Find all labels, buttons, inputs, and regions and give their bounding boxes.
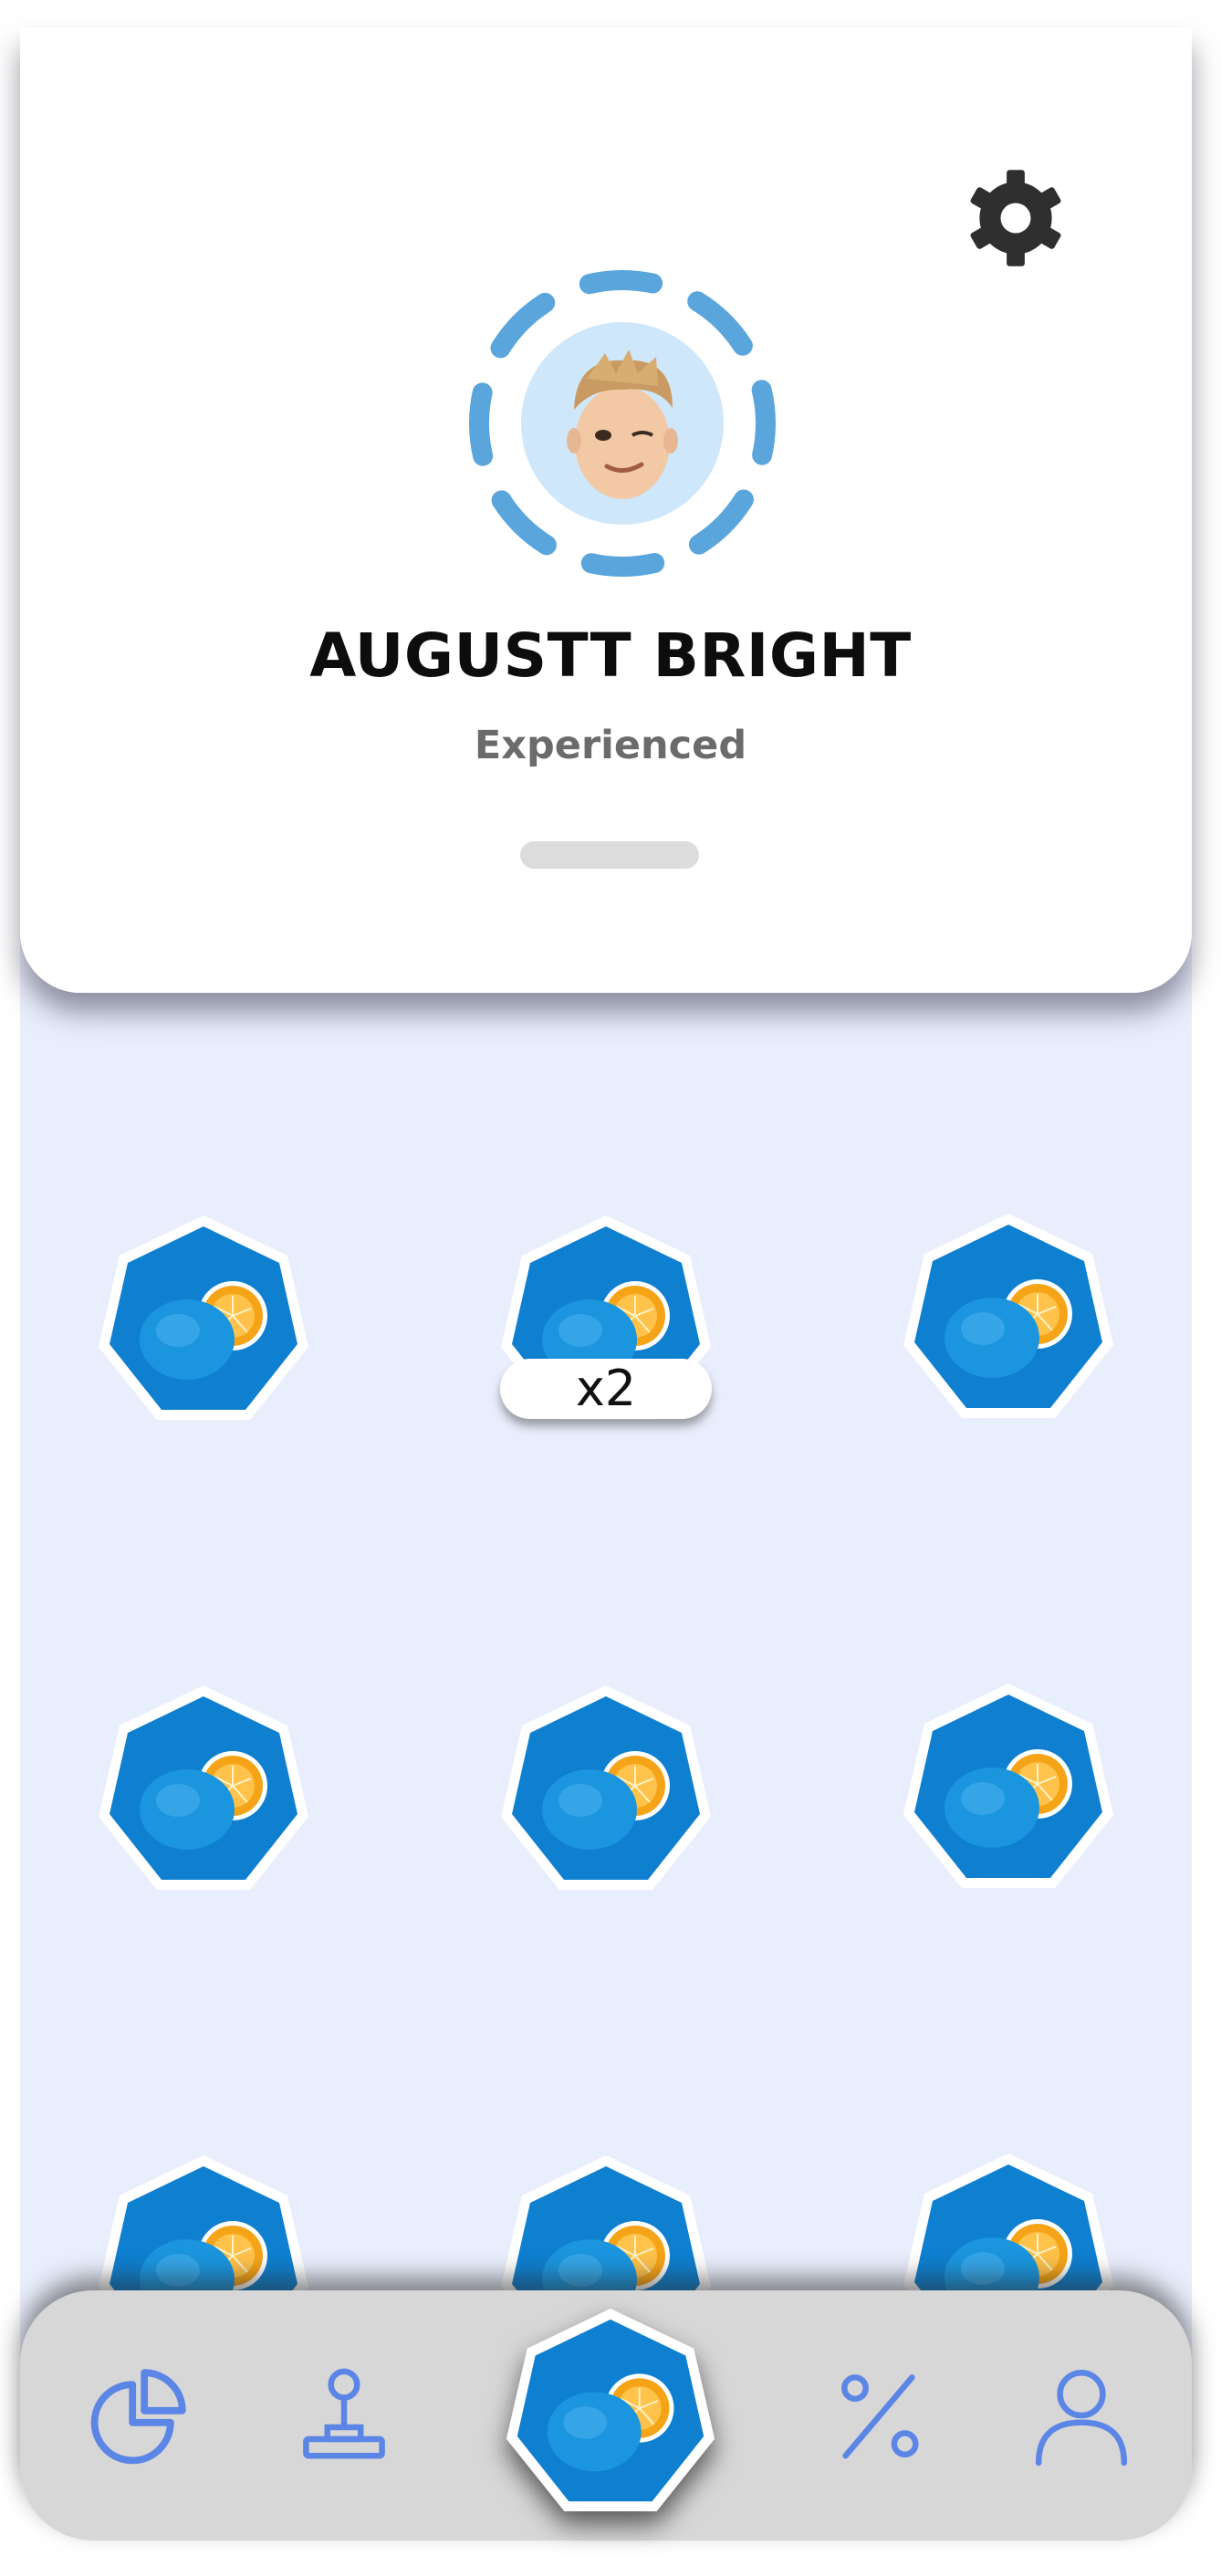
badge-item[interactable] [890,1673,1127,1910]
badge-item[interactable] [85,1205,322,1442]
blue-orange-badge-icon [890,1203,1127,1440]
blue-orange-badge-icon [85,1205,322,1442]
gear-icon[interactable] [965,168,1066,268]
drag-handle[interactable] [520,841,699,869]
blue-orange-badge-icon [85,2144,322,2290]
user-icon[interactable] [1022,2356,1141,2475]
percent-icon[interactable] [819,2356,938,2475]
pie-chart-icon[interactable] [80,2356,199,2475]
badge-item[interactable] [487,2144,725,2290]
badge-item[interactable] [85,1674,322,1912]
badge-count: x2 [500,1359,712,1419]
badge-item[interactable] [890,1203,1127,1440]
badge-icon[interactable] [493,2298,728,2533]
badge-item[interactable] [890,2143,1127,2290]
joystick-icon[interactable] [285,2356,403,2475]
profile-level: Experienced [474,723,747,768]
badge-item[interactable] [85,2144,322,2290]
memoji-icon [521,322,724,525]
blue-orange-badge-icon [487,1674,725,1912]
blue-orange-badge-icon [890,1673,1127,1910]
badge-item[interactable] [487,1674,725,1912]
profile-name: AUGUSTT BRIGHT [309,621,912,691]
badge-grid: x2 [20,1004,1192,2290]
avatar[interactable] [469,270,776,577]
blue-orange-badge-icon [890,2143,1127,2290]
blue-orange-badge-icon [487,2144,725,2290]
blue-orange-badge-icon [85,1674,322,1912]
